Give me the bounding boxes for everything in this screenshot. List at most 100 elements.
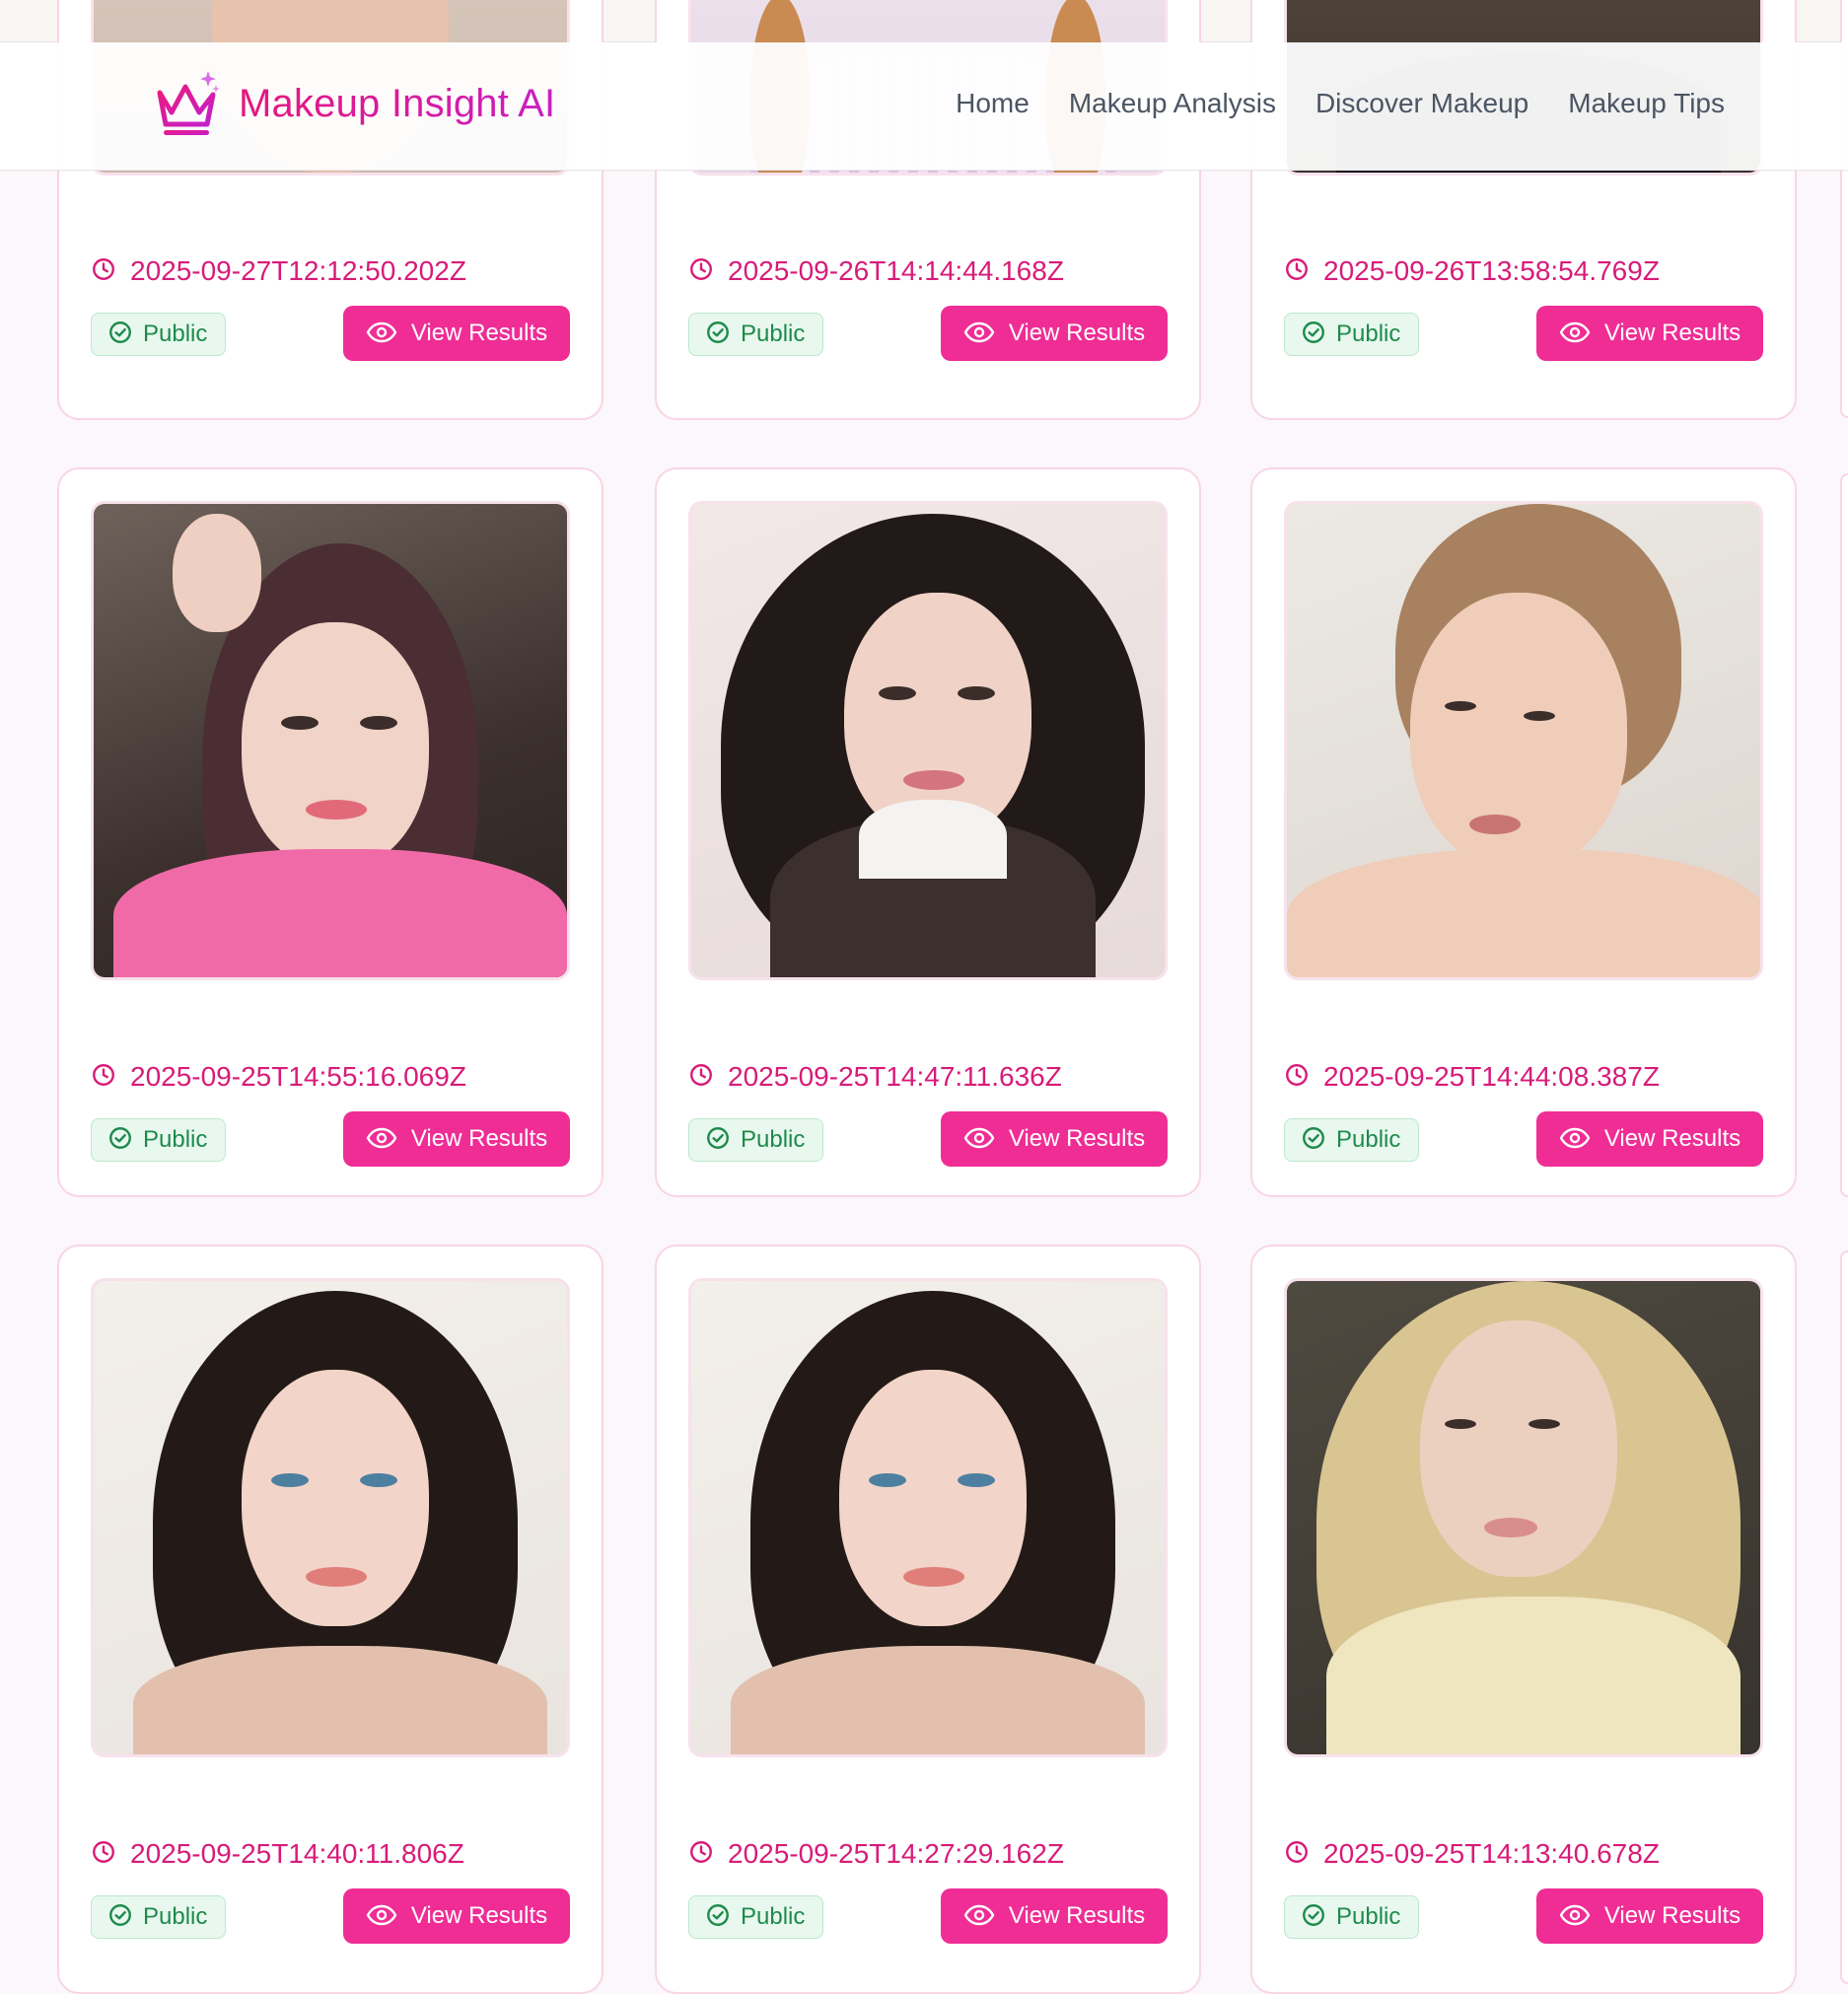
crown-icon: [150, 66, 225, 141]
clock-icon: [688, 256, 714, 287]
analysis-card: 2025-09-25T14:44:08.387Z Public View Res…: [1250, 467, 1797, 1197]
status-label: Public: [1336, 1126, 1401, 1153]
check-circle-icon: [705, 320, 731, 350]
view-results-label: View Results: [1603, 320, 1741, 346]
analysis-card: 2025-09-25T14:47:11.636Z Public View Res…: [655, 467, 1201, 1197]
check-circle-icon: [1301, 320, 1326, 350]
clock-icon: [688, 1839, 714, 1870]
view-results-button[interactable]: View Results: [941, 1888, 1168, 1944]
view-results-button[interactable]: View Results: [1536, 1888, 1763, 1944]
eye-icon: [963, 320, 995, 348]
timestamp: 2025-09-26T13:58:54.769Z: [1323, 255, 1660, 286]
check-circle-icon: [705, 1902, 731, 1933]
status-label: Public: [143, 1126, 208, 1153]
view-results-label: View Results: [1008, 1125, 1146, 1152]
eye-icon: [963, 1125, 995, 1154]
status-label: Public: [741, 1126, 806, 1153]
check-circle-icon: [1301, 1902, 1326, 1933]
timestamp-row: 2025-09-26T13:58:54.769Z: [1284, 255, 1660, 287]
nav-makeup-analysis[interactable]: Makeup Analysis: [1069, 88, 1276, 119]
next-card-edge: [1840, 1250, 1848, 1984]
eye-icon: [366, 1902, 397, 1931]
timestamp-row: 2025-09-25T14:27:29.162Z: [688, 1838, 1064, 1870]
analysis-photo[interactable]: [1284, 1278, 1763, 1757]
timestamp-row: 2025-09-25T14:40:11.806Z: [91, 1838, 464, 1870]
timestamp: 2025-09-25T14:27:29.162Z: [728, 1838, 1064, 1869]
clock-icon: [1284, 256, 1310, 287]
view-results-label: View Results: [1603, 1902, 1741, 1929]
analysis-photo[interactable]: [688, 1278, 1168, 1757]
timestamp: 2025-09-26T14:14:44.168Z: [728, 255, 1064, 286]
eye-icon: [963, 1902, 995, 1931]
view-results-label: View Results: [410, 320, 548, 346]
status-badge: Public: [688, 1895, 824, 1939]
timestamp: 2025-09-25T14:40:11.806Z: [130, 1838, 464, 1869]
eye-icon: [1559, 1125, 1591, 1154]
status-badge: Public: [1284, 1118, 1420, 1162]
timestamp-row: 2025-09-26T14:14:44.168Z: [688, 255, 1064, 287]
view-results-button[interactable]: View Results: [1536, 1111, 1763, 1167]
timestamp-row: 2025-09-25T14:44:08.387Z: [1284, 1061, 1660, 1093]
timestamp-row: 2025-09-25T14:47:11.636Z: [688, 1061, 1062, 1093]
check-circle-icon: [107, 320, 133, 350]
view-results-button[interactable]: View Results: [941, 1111, 1168, 1167]
nav-makeup-tips[interactable]: Makeup Tips: [1568, 88, 1725, 119]
nav-home[interactable]: Home: [956, 88, 1030, 119]
view-results-label: View Results: [1603, 1125, 1741, 1152]
eye-icon: [366, 320, 397, 348]
analysis-photo[interactable]: [1284, 501, 1763, 980]
view-results-button[interactable]: View Results: [343, 1111, 570, 1167]
clock-icon: [688, 1062, 714, 1093]
nav-discover-makeup[interactable]: Discover Makeup: [1315, 88, 1528, 119]
timestamp: 2025-09-25T14:44:08.387Z: [1323, 1061, 1660, 1092]
status-label: Public: [741, 320, 806, 347]
clock-icon: [1284, 1062, 1310, 1093]
status-label: Public: [143, 320, 208, 347]
status-label: Public: [741, 1903, 806, 1930]
check-circle-icon: [107, 1125, 133, 1156]
timestamp: 2025-09-25T14:55:16.069Z: [130, 1061, 466, 1092]
timestamp-row: 2025-09-25T14:55:16.069Z: [91, 1061, 466, 1093]
view-results-button[interactable]: View Results: [1536, 306, 1763, 361]
status-badge: Public: [91, 1895, 227, 1939]
brand-logo[interactable]: Makeup Insight AI: [150, 66, 555, 141]
clock-icon: [91, 256, 116, 287]
view-results-button[interactable]: View Results: [343, 1888, 570, 1944]
analysis-photo[interactable]: [688, 501, 1168, 980]
view-results-button[interactable]: View Results: [941, 306, 1168, 361]
view-results-label: View Results: [1008, 320, 1146, 346]
timestamp: 2025-09-25T14:47:11.636Z: [728, 1061, 1062, 1092]
analysis-photo[interactable]: [91, 501, 570, 980]
site-header: Makeup Insight AI Home Makeup Analysis D…: [0, 42, 1848, 171]
view-results-button[interactable]: View Results: [343, 306, 570, 361]
check-circle-icon: [107, 1902, 133, 1933]
check-circle-icon: [705, 1125, 731, 1156]
status-label: Public: [1336, 1903, 1401, 1930]
clock-icon: [1284, 1839, 1310, 1870]
check-circle-icon: [1301, 1125, 1326, 1156]
analysis-card: 2025-09-25T14:40:11.806Z Public View Res…: [57, 1245, 604, 1994]
status-label: Public: [143, 1903, 208, 1930]
view-results-label: View Results: [1008, 1902, 1146, 1929]
analysis-photo[interactable]: [91, 1278, 570, 1757]
timestamp-row: 2025-09-27T12:12:50.202Z: [91, 255, 466, 287]
eye-icon: [1559, 320, 1591, 348]
status-label: Public: [1336, 320, 1401, 347]
status-badge: Public: [688, 313, 824, 356]
analysis-card: 2025-09-25T14:13:40.678Z Public View Res…: [1250, 1245, 1797, 1994]
status-badge: Public: [688, 1118, 824, 1162]
analysis-card: 2025-09-25T14:55:16.069Z Public View Res…: [57, 467, 604, 1197]
eye-icon: [1559, 1902, 1591, 1931]
analysis-card: 2025-09-25T14:27:29.162Z Public View Res…: [655, 1245, 1201, 1994]
timestamp: 2025-09-27T12:12:50.202Z: [130, 255, 466, 286]
status-badge: Public: [1284, 313, 1420, 356]
view-results-label: View Results: [410, 1902, 548, 1929]
next-card-edge: [1840, 473, 1848, 1197]
view-results-label: View Results: [410, 1125, 548, 1152]
clock-icon: [91, 1839, 116, 1870]
status-badge: Public: [91, 1118, 227, 1162]
timestamp: 2025-09-25T14:13:40.678Z: [1323, 1838, 1660, 1869]
brand-name: Makeup Insight AI: [239, 81, 556, 125]
main-nav: Home Makeup Analysis Discover Makeup Mak…: [956, 88, 1725, 119]
timestamp-row: 2025-09-25T14:13:40.678Z: [1284, 1838, 1660, 1870]
